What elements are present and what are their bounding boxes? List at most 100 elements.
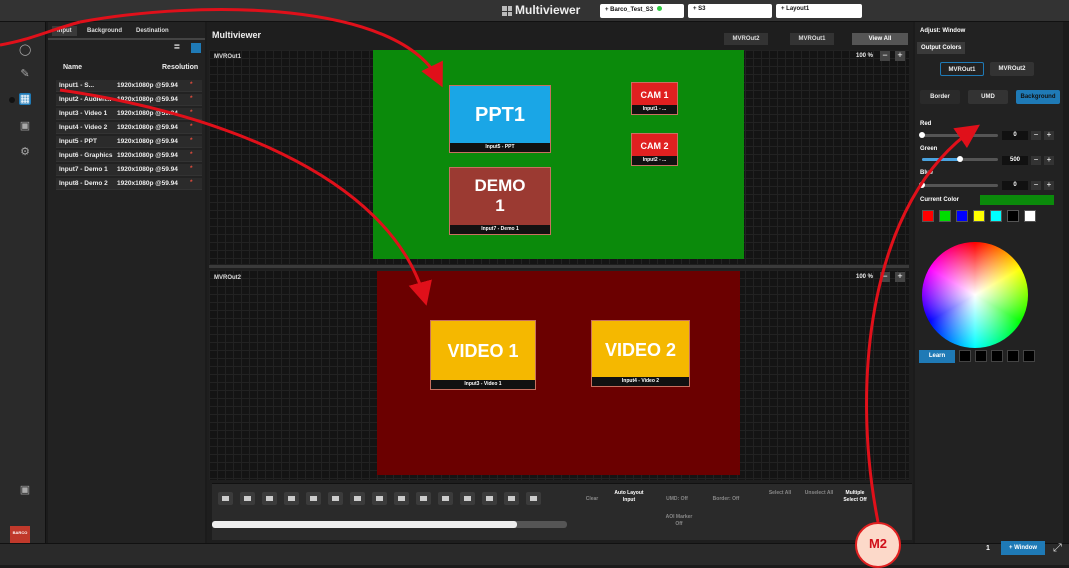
color-swatch[interactable]: [956, 210, 968, 222]
decrement-button[interactable]: −: [1031, 131, 1041, 140]
input-row[interactable]: Input7 - Demo 1 1920x1080p @59.94 *: [56, 164, 202, 176]
align-middle-button[interactable]: [306, 492, 321, 505]
window-demo1[interactable]: DEMO 1 Input7 - Demo 1: [449, 167, 551, 235]
edit-icon[interactable]: ✎: [19, 68, 31, 80]
auto-layout-button[interactable]: Auto Layout Input: [612, 490, 646, 504]
tab-destination[interactable]: Destination: [131, 26, 174, 36]
tab-s3[interactable]: + S3: [688, 4, 772, 18]
list-view-icon[interactable]: =: [174, 42, 180, 53]
color-swatch[interactable]: [922, 210, 934, 222]
blue-value[interactable]: 0: [1002, 181, 1028, 190]
input-name: Input6 - Graphics: [59, 152, 113, 159]
layout-icon[interactable]: ▦: [19, 93, 31, 105]
display-icon[interactable]: ▣: [19, 120, 31, 132]
learn-button[interactable]: Learn: [919, 350, 955, 363]
input-row[interactable]: Input2 - Audien... 1920x1080p @59.94 *: [56, 94, 202, 106]
window-cam1[interactable]: CAM 1 Input1 - ...: [631, 82, 678, 115]
slider-label: Red: [920, 121, 932, 127]
color-swatch[interactable]: [1007, 210, 1019, 222]
output-colors-tab[interactable]: Output Colors: [917, 42, 966, 54]
size-button[interactable]: [416, 492, 431, 505]
mode-background-button[interactable]: Background: [1016, 90, 1060, 104]
learned-color-slot[interactable]: [959, 350, 971, 362]
input-resolution: 1920x1080p @59.94: [117, 152, 178, 159]
tab-mvrout2[interactable]: MVROut2: [724, 33, 768, 45]
slider-knob[interactable]: [957, 156, 963, 162]
mode-border-button[interactable]: Border: [920, 90, 960, 104]
zoom-out-button[interactable]: −: [880, 272, 890, 282]
size-button[interactable]: [482, 492, 497, 505]
align-left-button[interactable]: [218, 492, 233, 505]
input-row[interactable]: Input8 - Demo 2 1920x1080p @59.94 *: [56, 178, 202, 190]
clear-button[interactable]: Clear: [580, 496, 604, 503]
align-center-button[interactable]: [240, 492, 255, 505]
network-icon[interactable]: ◯: [19, 44, 31, 56]
color-swatch[interactable]: [973, 210, 985, 222]
splitter[interactable]: [209, 265, 909, 268]
input-row[interactable]: Input4 - Video 2 1920x1080p @59.94 *: [56, 122, 202, 134]
decrement-button[interactable]: −: [1031, 181, 1041, 190]
align-right-button[interactable]: [262, 492, 277, 505]
input-row[interactable]: Input3 - Video 1 1920x1080p @59.94 *: [56, 108, 202, 120]
zoom-in-button[interactable]: +: [895, 51, 905, 61]
size-button[interactable]: [394, 492, 409, 505]
tab-layout1[interactable]: + Layout1: [776, 4, 862, 18]
color-swatch[interactable]: [990, 210, 1002, 222]
output-mvrout1-button[interactable]: MVROut1: [940, 62, 984, 76]
add-window-button[interactable]: + Window: [1001, 541, 1045, 555]
multiple-select-toggle[interactable]: Multiple Select Off: [838, 490, 872, 504]
zoom-in-button[interactable]: +: [895, 272, 905, 282]
learned-color-slot[interactable]: [991, 350, 1003, 362]
size-button[interactable]: [438, 492, 453, 505]
tab-mvrout1[interactable]: MVROut1: [790, 33, 834, 45]
window-video1[interactable]: VIDEO 1 Input3 - Video 1: [430, 320, 536, 390]
tab-background[interactable]: Background: [82, 26, 127, 36]
size-button[interactable]: [460, 492, 475, 505]
distribute-vertical-button[interactable]: [372, 492, 387, 505]
color-wheel[interactable]: [922, 242, 1028, 348]
grid-view-icon[interactable]: [191, 43, 201, 53]
slider-knob[interactable]: [919, 182, 925, 188]
tab-barco-test-s3[interactable]: + Barco_Test_S3: [600, 4, 684, 18]
column-resolution[interactable]: Resolution: [162, 64, 198, 71]
input-row[interactable]: Input6 - Graphics 1920x1080p @59.94 *: [56, 150, 202, 162]
learned-color-slot[interactable]: [1023, 350, 1035, 362]
distribute-horizontal-button[interactable]: [350, 492, 365, 505]
window-video2[interactable]: VIDEO 2 Input4 - Video 2: [591, 320, 690, 387]
umd-toggle[interactable]: UMD: Off: [660, 496, 694, 503]
panel-controls: =: [174, 42, 204, 54]
red-value[interactable]: 0: [1002, 131, 1028, 140]
color-swatch[interactable]: [939, 210, 951, 222]
column-name[interactable]: Name: [63, 64, 82, 71]
align-bottom-button[interactable]: [328, 492, 343, 505]
save-icon[interactable]: ▣: [19, 484, 31, 496]
gear-icon[interactable]: ⚙: [19, 146, 31, 158]
increment-button[interactable]: +: [1044, 156, 1054, 165]
learned-color-slot[interactable]: [1007, 350, 1019, 362]
status-dot: [657, 6, 663, 11]
border-toggle[interactable]: Border: Off: [706, 496, 746, 503]
window-ppt1[interactable]: PPT1 Input5 - PPT: [449, 85, 551, 153]
green-value[interactable]: 500: [1002, 156, 1028, 165]
slider-knob[interactable]: [919, 132, 925, 138]
unselect-all-button[interactable]: Unselect All: [804, 490, 834, 497]
decrement-button[interactable]: −: [1031, 156, 1041, 165]
tab-view-all[interactable]: View All: [852, 33, 908, 45]
input-row[interactable]: Input5 - PPT 1920x1080p @59.94 *: [56, 136, 202, 148]
zoom-out-button[interactable]: −: [880, 51, 890, 61]
increment-button[interactable]: +: [1044, 131, 1054, 140]
fullscreen-icon[interactable]: ⤢: [1053, 542, 1062, 555]
increment-button[interactable]: +: [1044, 181, 1054, 190]
tab-input[interactable]: Input: [52, 26, 77, 36]
size-button[interactable]: [504, 492, 519, 505]
aoi-marker-toggle[interactable]: AOI Marker Off: [662, 514, 696, 528]
learned-color-slot[interactable]: [975, 350, 987, 362]
color-swatch[interactable]: [1024, 210, 1036, 222]
align-top-button[interactable]: [284, 492, 299, 505]
window-cam2[interactable]: CAM 2 Input2 - ...: [631, 133, 678, 166]
mode-umd-button[interactable]: UMD: [968, 90, 1008, 104]
output-mvrout2-button[interactable]: MVROut2: [990, 62, 1034, 76]
size-button[interactable]: [526, 492, 541, 505]
input-row[interactable]: Input1 - S... 1920x1080p @59.94 *: [56, 80, 202, 92]
select-all-button[interactable]: Select All: [768, 490, 792, 497]
